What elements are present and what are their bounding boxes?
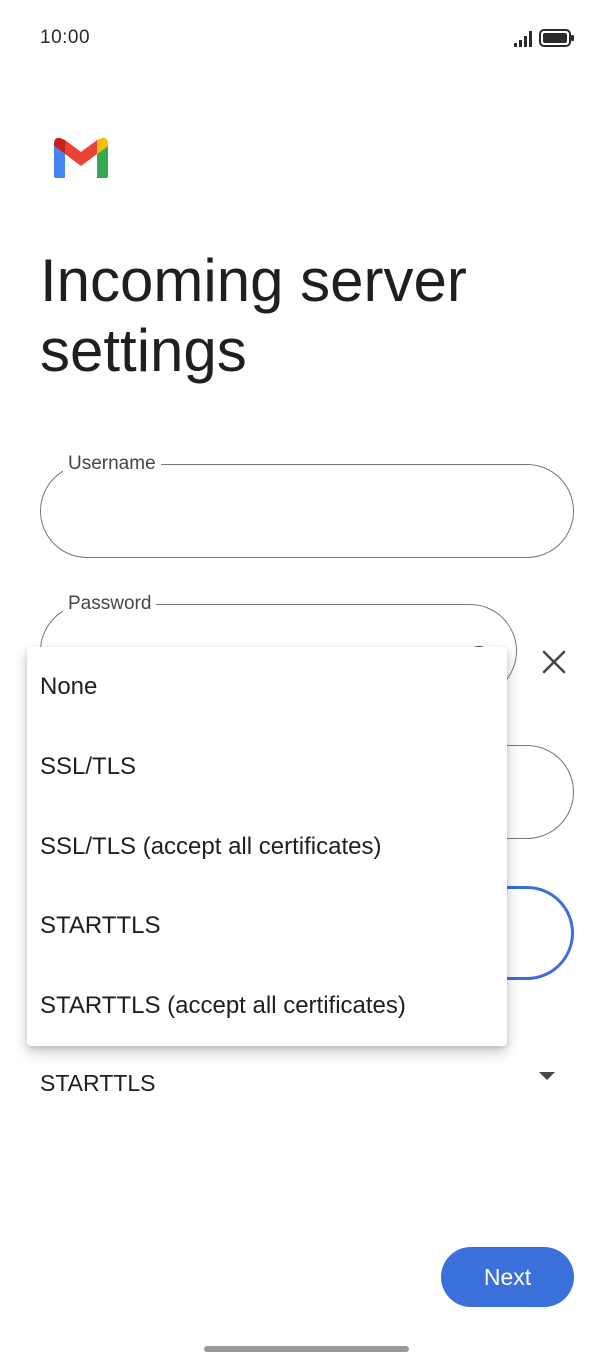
dropdown-arrow-icon[interactable] (538, 1071, 556, 1081)
security-type-menu: None SSL/TLS SSL/TLS (accept all certifi… (27, 647, 507, 1046)
username-label: Username (63, 453, 161, 475)
battery-icon (539, 29, 574, 47)
next-button[interactable]: Next (441, 1247, 574, 1307)
status-time: 10:00 (40, 27, 91, 48)
close-icon[interactable] (540, 648, 568, 676)
username-input[interactable] (67, 495, 547, 523)
page-title: Incoming server settings (40, 247, 467, 384)
menu-item-ssl-tls[interactable]: SSL/TLS (27, 727, 507, 806)
menu-item-starttls-accept-all[interactable]: STARTTLS (accept all certificates) (27, 966, 507, 1045)
menu-item-ssl-tls-accept-all[interactable]: SSL/TLS (accept all certificates) (27, 807, 507, 886)
status-bar: 10:00 (0, 0, 614, 76)
menu-item-none[interactable]: None (27, 647, 507, 726)
gmail-logo (54, 137, 108, 178)
home-indicator[interactable] (204, 1346, 409, 1352)
security-type-value[interactable]: STARTTLS (40, 1070, 155, 1097)
signal-icon (514, 31, 532, 47)
password-label: Password (63, 593, 157, 615)
username-field[interactable]: Username (40, 453, 574, 558)
menu-item-starttls[interactable]: STARTTLS (27, 886, 507, 965)
status-icons (514, 29, 574, 47)
